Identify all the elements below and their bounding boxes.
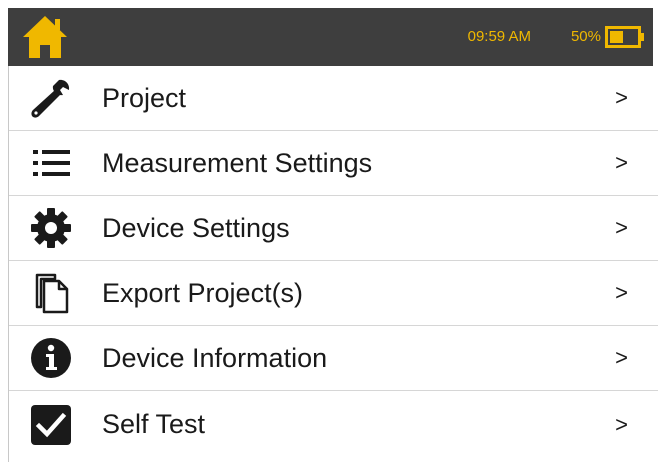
wrench-icon [27,74,75,122]
chevron-right-icon: > [615,411,628,437]
chevron-right-icon: > [615,85,628,110]
menu-item-project[interactable]: Project > [9,66,658,131]
main-menu: Project > Measurement Settings > Device … [8,66,658,462]
menu-item-self-test[interactable]: Self Test > [9,391,658,458]
status-time: 09:59 AM [467,28,531,45]
menu-item-device-information[interactable]: Device Information > [9,326,658,391]
menu-item-device-settings[interactable]: Device Settings > [9,196,658,261]
device-screen: 09:59 AM 50% Project > Measurement Setti… [0,0,659,462]
status-bar: 09:59 AM 50% [8,8,653,66]
chevron-right-icon: > [615,150,628,175]
chevron-right-icon: > [615,280,628,305]
menu-item-label: Device Information [102,342,328,373]
info-icon [27,334,75,382]
home-icon [23,16,67,58]
menu-item-measurement-settings[interactable]: Measurement Settings > [9,131,658,196]
chevron-right-icon: > [615,215,628,240]
list-icon [27,139,75,187]
checkbox-checked-icon [27,401,75,449]
menu-item-export-projects[interactable]: Export Project(s) > [9,261,658,326]
home-button[interactable] [20,12,70,62]
chevron-right-icon: > [615,345,628,370]
menu-item-label: Self Test [102,409,206,439]
menu-item-label: Export Project(s) [102,277,304,308]
menu-item-label: Device Settings [102,212,290,243]
battery-icon [605,26,644,48]
gear-icon [27,204,75,252]
battery-percentage: 50% [570,28,601,45]
menu-item-label: Project [102,82,187,113]
copy-document-icon [27,269,75,317]
menu-item-label: Measurement Settings [102,147,373,178]
